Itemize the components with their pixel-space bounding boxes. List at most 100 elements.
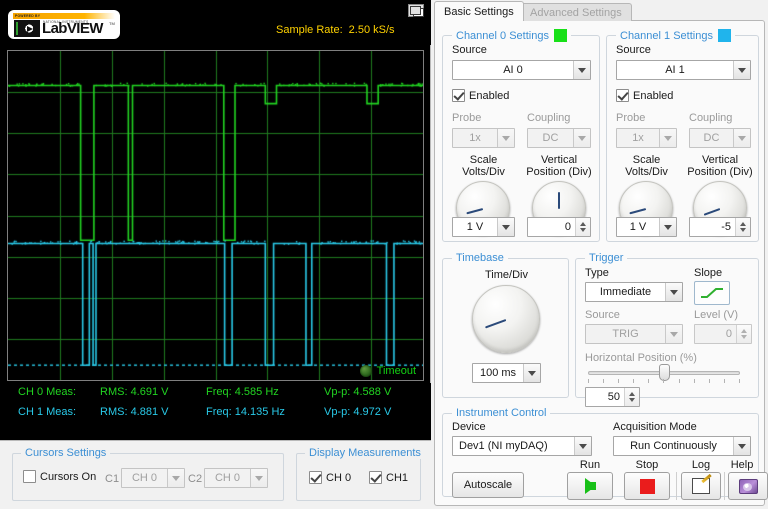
channel0-scale-value: 1 V [453,221,497,233]
channel0-coupling-select[interactable]: DC [527,128,591,148]
stepper-arrows-icon[interactable] [735,218,750,236]
channel1-probe-select[interactable]: 1x [616,128,677,148]
channel1-vpos-spinner[interactable]: -5 [689,217,751,237]
timebase-title: Timebase [452,252,508,264]
timeout-label: Timeout [377,365,416,377]
sample-rate-label: Sample Rate: [276,24,343,36]
sample-rate-value: 2.50 kS/s [349,24,395,36]
trigger-title: Trigger [585,252,627,264]
channel1-enabled-checkbox[interactable]: Enabled [616,89,673,102]
channel0-enabled-label: Enabled [469,90,509,102]
chevron-down-icon[interactable] [497,218,514,236]
timebase-knob[interactable] [472,285,540,353]
ch1-meas-name: CH 1 Meas: [18,406,100,418]
channel0-source-label: Source [452,44,487,56]
chevron-down-icon[interactable] [573,129,590,147]
chevron-down-icon[interactable] [250,469,267,487]
stepper-arrows-icon[interactable] [624,388,639,406]
restore-window-icon[interactable] [408,4,424,17]
logo-trademark: TM [109,21,115,26]
display-ch0-label: CH 0 [326,472,351,484]
channel0-enabled-box[interactable] [452,89,465,102]
instrument-control-group: Instrument Control Device Dev1 (NI myDAQ… [442,413,759,497]
autoscale-button-label: Autoscale [464,479,512,491]
cursors-on-box[interactable] [23,470,36,483]
chevron-down-icon[interactable] [659,218,676,236]
rising-edge-icon [699,286,725,300]
channel1-source-label: Source [616,44,651,56]
channel0-vpos-spinner[interactable]: 0 [527,217,591,237]
timeout-indicator: Timeout [360,365,416,377]
run-button[interactable] [567,472,613,500]
channel1-scale-select[interactable]: 1 V [616,217,677,237]
trigger-slope-button[interactable] [694,281,730,305]
channel1-color-swatch [718,29,731,42]
channel1-source-value: AI 1 [617,64,733,76]
tab-content-basic: Channel 0 Settings Source AI 0 Enabled P… [434,20,765,506]
channel0-scale-label-1: Scale [452,154,515,166]
trigger-level-value: 0 [695,328,736,340]
ch0-freq-label: Freq: [206,386,232,398]
tab-basic-settings[interactable]: Basic Settings [434,1,524,21]
horizontal-position-spinner[interactable]: 50 [585,387,640,407]
trigger-source-select[interactable]: TRIG [585,324,683,344]
stop-button[interactable] [624,472,670,500]
autoscale-button[interactable]: Autoscale [452,472,524,498]
button-divider [724,472,725,500]
horizontal-position-ticks [588,379,740,383]
tab-advanced-settings[interactable]: Advanced Settings [520,3,632,21]
cursor1-source-select[interactable]: CH 0 [121,468,185,488]
chevron-down-icon[interactable] [574,437,591,455]
acquisition-mode-select[interactable]: Run Continuously [613,436,751,456]
chevron-down-icon[interactable] [665,283,682,301]
channel1-settings-group: Channel 1 Settings Source AI 1 Enabled P… [606,35,759,242]
cursors-on-checkbox[interactable]: Cursors On [23,470,96,483]
chevron-down-icon[interactable] [659,129,676,147]
display-ch1-checkbox[interactable]: CH1 [369,471,408,484]
chevron-down-icon[interactable] [733,129,750,147]
help-button[interactable] [728,472,768,500]
display-ch0-checkbox[interactable]: CH 0 [309,471,351,484]
channel0-probe-select[interactable]: 1x [452,128,515,148]
stepper-arrows-icon[interactable] [736,325,751,343]
trigger-type-select[interactable]: Immediate [585,282,683,302]
channel1-vpos-label-1: Vertical [689,154,751,166]
scope-bottom-settings: Cursors Settings Cursors On C1 CH 0 C2 C… [0,440,431,509]
cursor2-source-select[interactable]: CH 0 [204,468,268,488]
channel1-scale-label-2: Volts/Div [616,166,677,178]
waveform-graph[interactable]: Timeout [7,50,424,381]
device-select[interactable]: Dev1 (NI myDAQ) [452,436,592,456]
chevron-down-icon[interactable] [733,437,750,455]
channel1-coupling-value: DC [690,132,733,144]
measurement-readouts: CH 0 Meas:RMS: 4.691 VFreq: 4.585 HzVp-p… [0,383,431,440]
chevron-down-icon[interactable] [523,364,540,382]
channel0-source-select[interactable]: AI 0 [452,60,591,80]
log-pencil-icon [692,478,710,494]
chevron-down-icon[interactable] [665,325,682,343]
waveform-canvas[interactable] [8,51,423,380]
ch0-meas-name: CH 0 Meas: [18,386,100,398]
chevron-down-icon[interactable] [573,61,590,79]
log-button[interactable] [681,472,721,500]
channel1-source-select[interactable]: AI 1 [616,60,751,80]
display-ch0-box[interactable] [309,471,322,484]
trigger-group: Trigger Type Immediate Slope Source TRIG [575,258,759,398]
channel0-source-value: AI 0 [453,64,573,76]
channel1-coupling-select[interactable]: DC [689,128,751,148]
chevron-down-icon[interactable] [167,469,184,487]
trigger-slope-label: Slope [694,267,722,279]
ni-mark-icon [14,20,40,37]
sample-rate-readout: Sample Rate: 2.50 kS/s [276,24,395,36]
trigger-level-spinner[interactable]: 0 [694,324,752,344]
display-ch1-box[interactable] [369,471,382,484]
channel0-enabled-checkbox[interactable]: Enabled [452,89,509,102]
channel1-enabled-box[interactable] [616,89,629,102]
channel0-scale-select[interactable]: 1 V [452,217,515,237]
timeout-led-icon [360,365,372,377]
chevron-down-icon[interactable] [497,129,514,147]
timebase-timediv-select[interactable]: 100 ms [472,363,541,383]
channel1-title-text: Channel 1 Settings [620,30,713,42]
trigger-level-label: Level (V) [694,309,738,321]
chevron-down-icon[interactable] [733,61,750,79]
stepper-arrows-icon[interactable] [575,218,590,236]
